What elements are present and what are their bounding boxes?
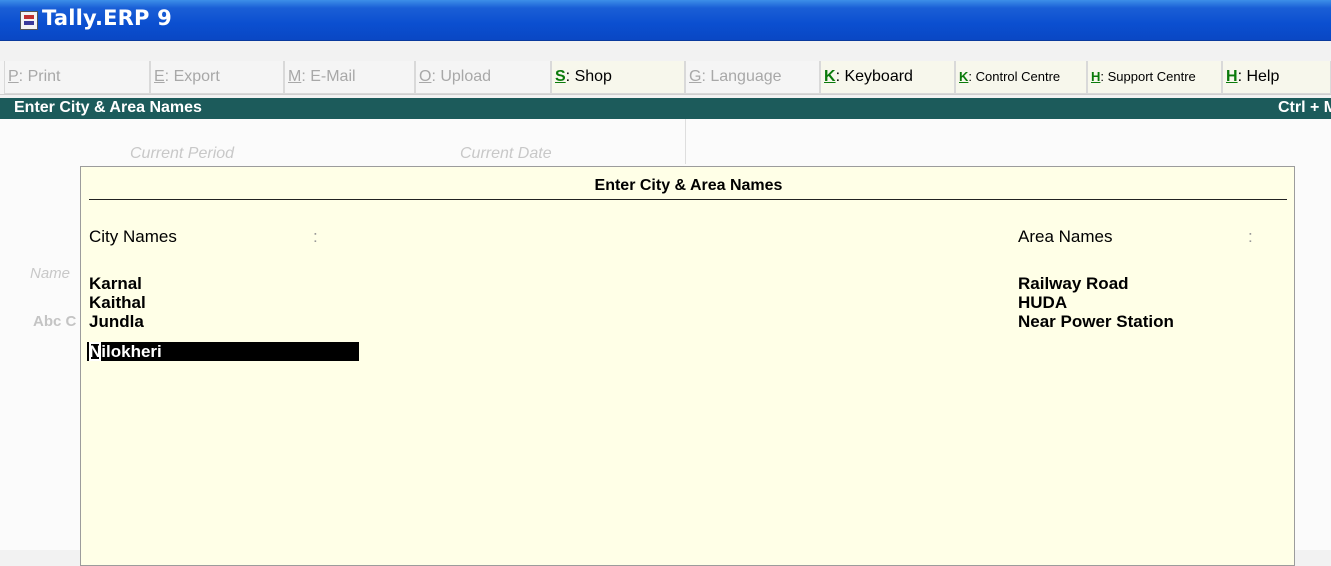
area-item[interactable]: HUDA — [1018, 293, 1067, 312]
city-names-label: City Names — [89, 227, 177, 246]
shortcut-hint: Ctrl + M — [1278, 99, 1331, 116]
print-button[interactable]: P: Print — [4, 61, 150, 94]
current-date-label: Current Date — [460, 145, 552, 162]
dialog-title: Enter City & Area Names — [594, 177, 783, 194]
screen-title-bar: Enter City & Area Names Ctrl + M — [0, 98, 1331, 119]
city-item[interactable]: Karnal — [89, 274, 142, 293]
area-names-label: Area Names — [1018, 227, 1113, 246]
company-name: Abc C — [33, 313, 77, 330]
upload-button[interactable]: O: Upload — [415, 61, 551, 94]
app-title: Tally.ERP 9 — [42, 6, 172, 30]
area-item[interactable]: Railway Road — [1018, 274, 1129, 293]
tally-app-icon[interactable] — [20, 11, 38, 30]
email-button[interactable]: M: E-Mail — [284, 61, 415, 94]
background-divider — [685, 119, 686, 164]
language-button[interactable]: G: Language — [685, 61, 820, 94]
name-label: Name — [30, 265, 71, 282]
city-area-dialog: Enter City & Area Names City Names : Are… — [80, 166, 1295, 566]
text-cursor: N — [89, 342, 102, 361]
screen-title: Enter City & Area Names — [14, 99, 202, 116]
button-bar: P: Print E: Export M: E-Mail O: Upload S… — [0, 61, 1331, 95]
city-item[interactable]: Jundla — [89, 312, 144, 331]
shop-button[interactable]: S: Shop — [551, 61, 685, 94]
current-period-label: Current Period — [130, 145, 235, 162]
city-input-selected[interactable]: Nilokheri — [87, 342, 359, 361]
area-names-colon: : — [1248, 227, 1253, 246]
title-bar: Tally.ERP 9 — [0, 0, 1331, 41]
city-names-colon: : — [313, 227, 318, 246]
keyboard-button[interactable]: K: Keyboard — [820, 61, 955, 94]
control-centre-button[interactable]: K: Control Centre — [955, 61, 1087, 94]
area-item[interactable]: Near Power Station — [1018, 312, 1174, 331]
help-button[interactable]: H: Help — [1222, 61, 1331, 94]
city-input-text: ilokheri — [101, 342, 162, 361]
city-item[interactable]: Kaithal — [89, 293, 146, 312]
export-button[interactable]: E: Export — [150, 61, 284, 94]
support-centre-button[interactable]: H: Support Centre — [1087, 61, 1222, 94]
dialog-divider — [89, 199, 1287, 200]
